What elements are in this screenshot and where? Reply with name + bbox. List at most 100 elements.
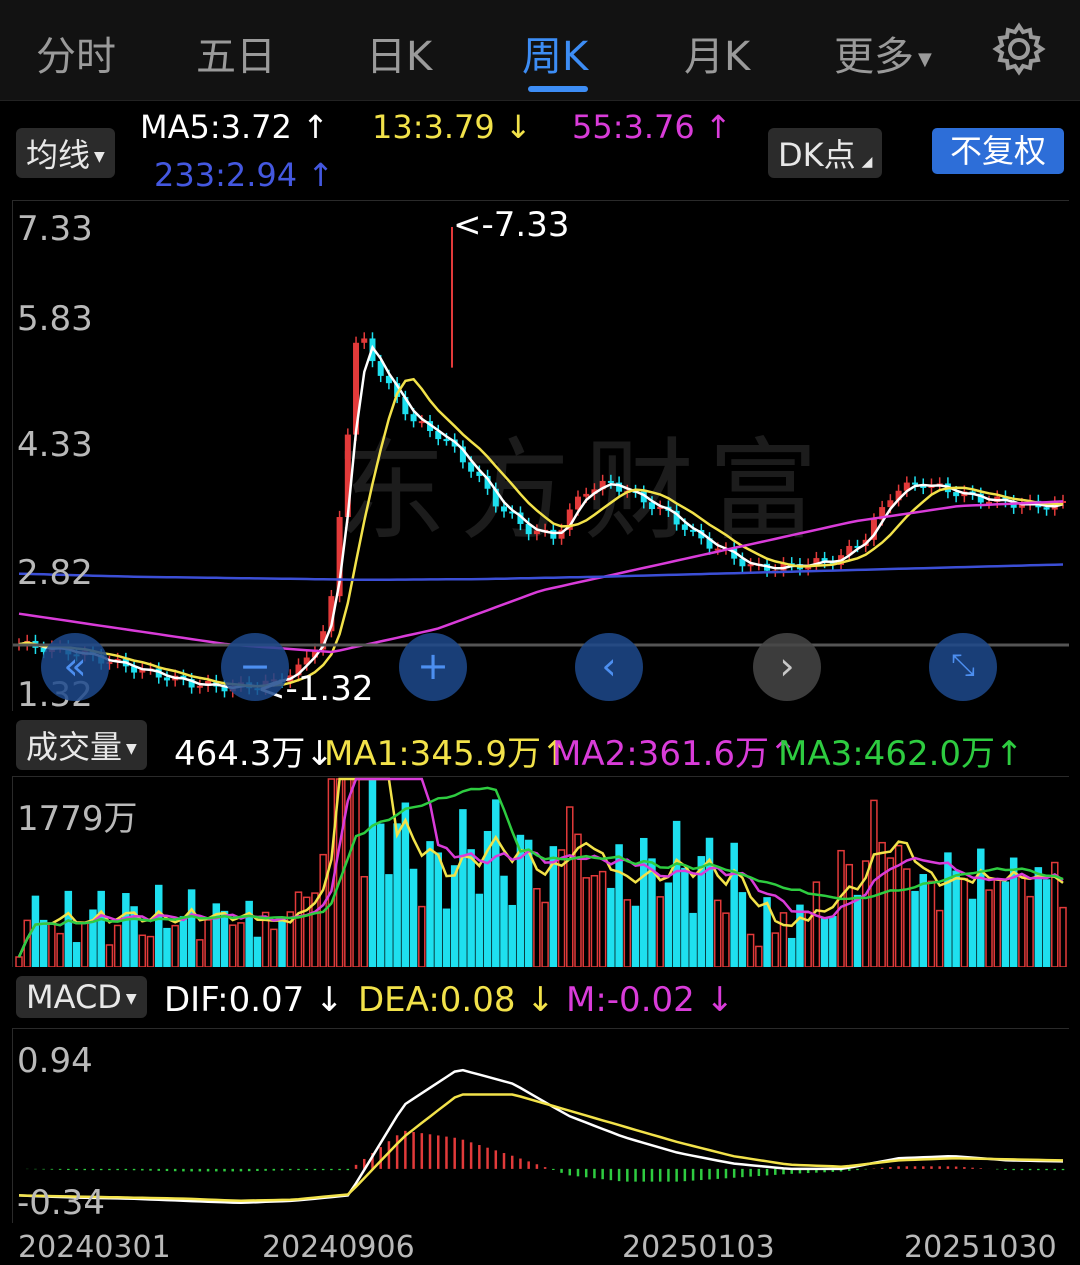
volume-bar bbox=[771, 932, 780, 967]
ma55-text: 55:3.76 bbox=[572, 108, 695, 146]
volume-bar bbox=[722, 912, 730, 967]
volume-bar bbox=[878, 841, 886, 967]
scroll-left-button[interactable]: ‹ bbox=[575, 633, 643, 701]
tab-weekly-k[interactable]: 周K bbox=[522, 24, 588, 82]
fullscreen-button[interactable]: ⤡ bbox=[929, 633, 997, 701]
volume-bar bbox=[681, 867, 689, 967]
volume-bar bbox=[426, 841, 434, 967]
volume-bar bbox=[631, 905, 640, 967]
volume-bar bbox=[911, 890, 919, 967]
scroll-left-fast-button[interactable]: « bbox=[41, 633, 109, 701]
arrow-down-icon: ↓ bbox=[315, 980, 344, 1020]
price-axis-label: 5.83 bbox=[17, 299, 93, 339]
volume-bar bbox=[204, 919, 212, 967]
ma5-value: MA5:3.72 ↑ bbox=[140, 108, 329, 146]
volume-ma3-text: MA3:462.0万 bbox=[778, 734, 996, 774]
volume-current: 464.3万↓ bbox=[174, 726, 334, 775]
macd-legend: MACD ▼ DIF:0.07 ↓ DEA:0.08 ↓ M:-0.02 ↓ bbox=[0, 974, 1080, 1026]
macd-dif-text: DIF:0.07 bbox=[164, 980, 305, 1020]
volume-ma1: MA1:345.9万↑ bbox=[324, 726, 570, 775]
price-axis-label: 7.33 bbox=[17, 209, 93, 249]
candlestick bbox=[1043, 507, 1050, 510]
volume-bar bbox=[524, 839, 533, 967]
scroll-right-button[interactable]: › bbox=[753, 633, 821, 701]
dk-point-selector[interactable]: DK点 ◢ bbox=[768, 128, 883, 178]
volume-bar bbox=[903, 868, 911, 967]
volume-bar bbox=[245, 900, 253, 967]
volume-bar bbox=[533, 888, 541, 967]
volume-bar bbox=[237, 922, 245, 967]
volume-bar bbox=[960, 877, 969, 967]
volume-bar bbox=[730, 842, 738, 967]
ma-selector[interactable]: 均线 ▼ bbox=[16, 128, 115, 178]
date-label: 20250103 bbox=[622, 1230, 775, 1265]
volume-selector-label: 成交量 bbox=[26, 728, 123, 766]
volume-selector[interactable]: 成交量 ▼ bbox=[16, 720, 147, 770]
volume-bar bbox=[450, 865, 459, 967]
tab-intraday[interactable]: 分时 bbox=[36, 24, 116, 82]
volume-bar bbox=[196, 939, 204, 967]
volume-bar bbox=[977, 848, 985, 967]
tab-daily-k[interactable]: 日K bbox=[366, 24, 432, 82]
volume-bar bbox=[952, 870, 960, 967]
volume-bar bbox=[829, 916, 837, 967]
tab-more[interactable]: 更多 ▼ bbox=[834, 24, 932, 82]
ma-selector-label: 均线 bbox=[26, 136, 91, 174]
volume-bar bbox=[442, 908, 451, 967]
volume-bar bbox=[566, 806, 574, 967]
date-label: 20240906 bbox=[262, 1230, 415, 1265]
arrow-up-icon: ↑ bbox=[995, 734, 1024, 774]
volume-bar bbox=[105, 944, 114, 967]
volume-bar bbox=[163, 927, 171, 967]
volume-bar bbox=[81, 921, 89, 967]
high-price-marker: <-7.33 bbox=[453, 205, 570, 245]
volume-bar bbox=[590, 875, 599, 967]
tab-five-day[interactable]: 五日 bbox=[196, 24, 276, 82]
volume-bar bbox=[845, 863, 854, 967]
volume-bar bbox=[615, 844, 623, 967]
volume-bar bbox=[475, 893, 484, 967]
ma13-text: 13:3.79 bbox=[372, 108, 495, 146]
candlestick bbox=[583, 493, 590, 497]
candlestick bbox=[550, 529, 557, 539]
chevron-right-icon: › bbox=[779, 644, 795, 688]
zoom-in-button[interactable]: + bbox=[399, 633, 467, 701]
zoom-out-button[interactable]: − bbox=[221, 633, 289, 701]
macd-selector[interactable]: MACD ▼ bbox=[16, 976, 147, 1018]
no-adjust-button[interactable]: 不复权 bbox=[932, 128, 1064, 174]
settings-gear-icon[interactable] bbox=[992, 22, 1046, 76]
chevron-down-icon: ▼ bbox=[918, 48, 932, 70]
volume-panel[interactable]: 1779万 bbox=[12, 776, 1069, 967]
plus-icon: + bbox=[417, 644, 449, 688]
volume-bar bbox=[541, 901, 549, 967]
macd-dif: DIF:0.07 ↓ bbox=[164, 980, 344, 1020]
volume-bar bbox=[253, 936, 262, 967]
candlestick bbox=[196, 685, 203, 688]
volume-bar bbox=[15, 956, 23, 967]
volume-bar bbox=[944, 852, 952, 967]
price-axis-label: 2.82 bbox=[17, 553, 93, 593]
chevron-left-icon: ‹ bbox=[601, 644, 617, 688]
volume-bar bbox=[935, 909, 944, 967]
volume-bar bbox=[968, 898, 977, 967]
volume-ma1-text: MA1:345.9万 bbox=[324, 734, 542, 774]
candlestick bbox=[607, 480, 614, 483]
arrow-down-icon: ↓ bbox=[705, 980, 735, 1020]
kline-panel[interactable]: 东方财富 7.33 5.83 4.33 2.82 1.32 <-7.33 <-1… bbox=[12, 200, 1069, 715]
volume-bar bbox=[796, 904, 804, 967]
tab-monthly-k[interactable]: 月K bbox=[684, 24, 750, 82]
macd-m: M:-0.02 ↓ bbox=[566, 980, 734, 1020]
volume-bar bbox=[664, 882, 673, 967]
volume-bar bbox=[122, 893, 130, 967]
volume-bar bbox=[179, 916, 188, 967]
chevron-down-icon: ▼ bbox=[125, 991, 137, 1007]
volume-bar bbox=[352, 778, 360, 967]
ma13-value: 13:3.79 ↓ bbox=[372, 108, 532, 146]
volume-bar bbox=[713, 899, 722, 967]
corner-triangle-icon: ◢ bbox=[861, 154, 873, 170]
macd-axis-label: 0.94 bbox=[17, 1041, 93, 1081]
volume-bar bbox=[434, 852, 442, 967]
macd-panel[interactable]: 0.94 -0.34 bbox=[12, 1028, 1069, 1223]
minus-icon: − bbox=[239, 644, 271, 688]
volume-bar bbox=[138, 934, 147, 967]
